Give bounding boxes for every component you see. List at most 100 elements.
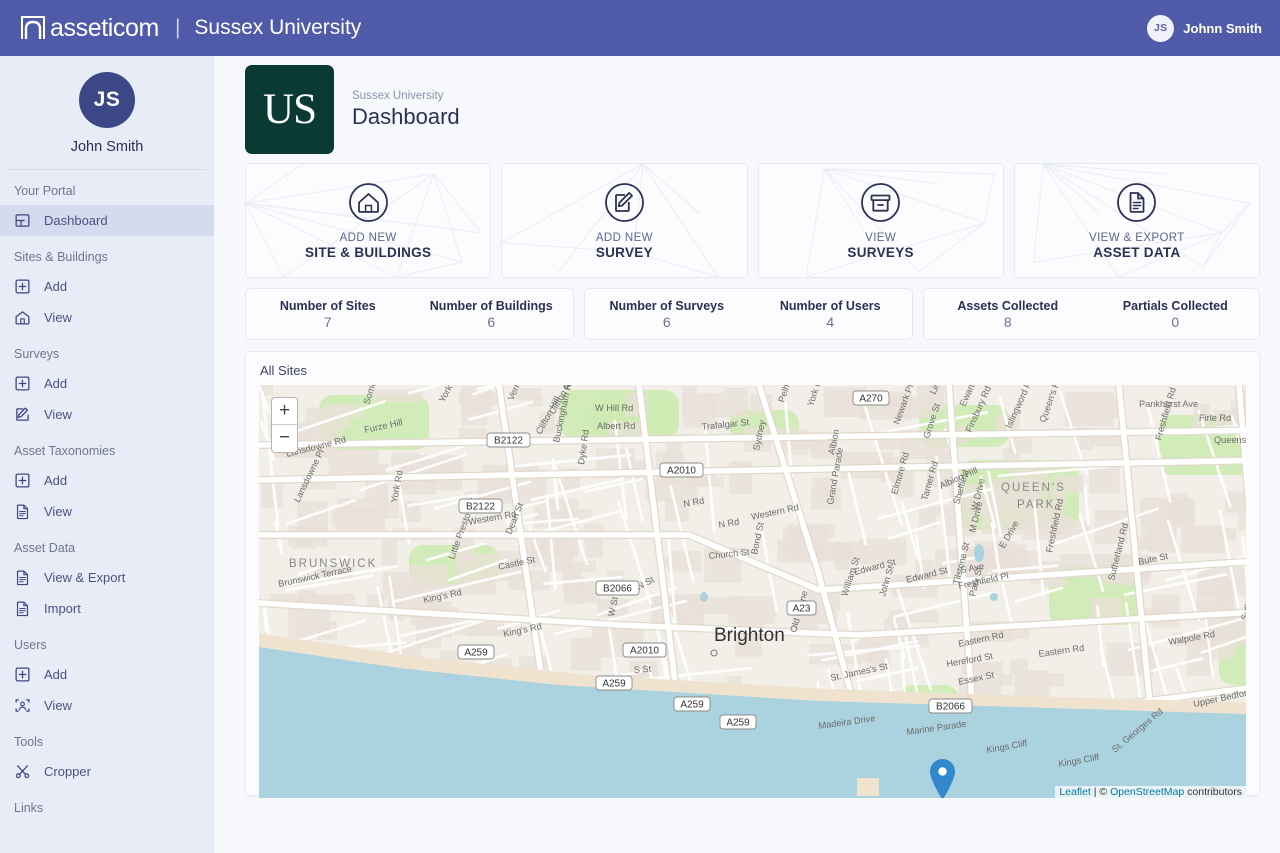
sidebar-item-tools-cropper[interactable]: Cropper — [0, 756, 214, 787]
sidebar-item-asset-taxonomies-add[interactable]: Add — [0, 465, 214, 496]
stat-number-of-users: Number of Users 4 — [749, 299, 913, 330]
sidebar-item-label: View — [44, 504, 72, 519]
map-street-label: Albert Rd — [597, 421, 635, 431]
brand-separator: | — [175, 16, 180, 40]
stat-value: 6 — [410, 314, 574, 330]
map-road-shield: A2010 — [623, 643, 666, 657]
stat-assets-collected: Assets Collected 8 — [924, 299, 1092, 330]
stat-label: Partials Collected — [1092, 299, 1260, 313]
stat-label: Number of Buildings — [410, 299, 574, 313]
stat-label: Number of Surveys — [585, 299, 749, 313]
svg-text:A259: A259 — [464, 648, 488, 659]
map-zoom-out-button[interactable]: − — [272, 425, 297, 452]
svg-text:A259: A259 — [602, 679, 626, 690]
sidebar-item-label: Add — [44, 279, 67, 294]
sidebar-item-asset-data-import[interactable]: Import — [0, 593, 214, 624]
user-menu[interactable]: JS Johnn Smith — [1147, 15, 1280, 42]
sidebar-item-label: Cropper — [44, 764, 91, 779]
sidebar-item-users-add[interactable]: Add — [0, 659, 214, 690]
brand-logo[interactable]: asseticom | Sussex University — [0, 13, 361, 43]
sidebar-item-label: Add — [44, 376, 67, 391]
map-panel: All Sites SomerYork AvVernonClifton RdW … — [245, 351, 1260, 796]
site-marker-1[interactable] — [930, 759, 955, 798]
map-road-shield: A259 — [596, 676, 632, 690]
action-card-line1: ADD NEW — [596, 232, 653, 244]
organisation-logo: US — [245, 65, 334, 154]
user-avatar-initials: JS — [1147, 15, 1174, 42]
attribution-separator: | © — [1091, 786, 1110, 798]
map-zoom-controls[interactable]: + − — [271, 397, 298, 453]
stat-label: Number of Users — [749, 299, 913, 313]
map-place-label: PARK — [1017, 499, 1055, 511]
stat-group: Number of Sites 7 Number of Buildings 6 — [245, 288, 574, 340]
action-card-surveys[interactable]: VIEW SURVEYS — [758, 163, 1004, 278]
sidebar-item-surveys-add[interactable]: Add — [0, 368, 214, 399]
action-card-line2: ASSET DATA — [1093, 245, 1180, 260]
sidebar-profile-name: John Smith — [8, 139, 206, 155]
sidebar-item-label: Dashboard — [44, 213, 108, 228]
page-title: Dashboard — [352, 104, 460, 130]
sidebar-item-asset-taxonomies-view[interactable]: View — [0, 496, 214, 527]
stat-value: 8 — [924, 314, 1092, 330]
sidebar-section-label: Asset Taxonomies — [0, 430, 214, 465]
sidebar-item-surveys-view[interactable]: View — [0, 399, 214, 430]
sidebar-item-your-portal-dashboard[interactable]: Dashboard — [0, 205, 214, 236]
stat-value: 6 — [585, 314, 749, 330]
stat-label: Assets Collected — [924, 299, 1092, 313]
action-card-line2: SITE & BUILDINGS — [305, 245, 431, 260]
map-road-shield: B2122 — [487, 433, 530, 447]
page-subtitle: Sussex University — [352, 90, 460, 102]
user-scan-icon — [14, 697, 31, 714]
map-panel-title: All Sites — [259, 360, 1246, 385]
quick-action-cards: ADD NEW SITE & BUILDINGS ADD NEW SURVEY … — [214, 154, 1280, 278]
map-road-shield: A259 — [458, 645, 494, 659]
action-card-asset-data[interactable]: VIEW & EXPORT ASSET DATA — [1014, 163, 1260, 278]
map-road-shield: A2010 — [660, 463, 703, 477]
document-icon — [14, 569, 31, 586]
sidebar-item-users-view[interactable]: View — [0, 690, 214, 721]
openstreetmap-link[interactable]: OpenStreetMap — [1110, 786, 1184, 798]
action-card-site-buildings[interactable]: ADD NEW SITE & BUILDINGS — [245, 163, 491, 278]
statistics-row: Number of Sites 7 Number of Buildings 6 … — [214, 278, 1280, 340]
sidebar-item-sites-buildings-view[interactable]: View — [0, 302, 214, 333]
home-icon — [14, 309, 31, 326]
sidebar-section-label: Asset Data — [0, 527, 214, 562]
dashboard-icon — [14, 212, 31, 229]
archive-circle-icon — [860, 182, 901, 223]
map-street-label: Firle Rd — [1199, 413, 1231, 423]
sidebar-item-label: View — [44, 698, 72, 713]
svg-text:B2122: B2122 — [466, 502, 495, 513]
plus-square-icon — [14, 375, 31, 392]
document-icon — [14, 503, 31, 520]
map-zoom-in-button[interactable]: + — [272, 398, 297, 425]
sidebar: JS John Smith Your Portal Dashboard Site… — [0, 56, 214, 853]
leaflet-link[interactable]: Leaflet — [1059, 786, 1091, 798]
sidebar-item-label: Add — [44, 667, 67, 682]
map-place-label: Brighton — [714, 625, 785, 646]
sidebar-item-label: Add — [44, 473, 67, 488]
map-road-shield: A270 — [853, 391, 889, 405]
sidebar-item-label: View — [44, 310, 72, 325]
svg-text:A270: A270 — [859, 394, 883, 405]
stat-number-of-buildings: Number of Buildings 6 — [410, 299, 574, 330]
sidebar-item-sites-buildings-add[interactable]: Add — [0, 271, 214, 302]
svg-text:B2122: B2122 — [494, 436, 523, 447]
sidebar-section-label: Surveys — [0, 333, 214, 368]
sites-map[interactable]: SomerYork AvVernonClifton RdW Hill RdAlb… — [259, 385, 1246, 798]
svg-text:A2010: A2010 — [630, 646, 659, 657]
action-card-survey[interactable]: ADD NEW SURVEY — [501, 163, 747, 278]
sidebar-section-label: Tools — [0, 721, 214, 756]
stat-group: Number of Surveys 6 Number of Users 4 — [584, 288, 913, 340]
map-street-label: S St — [633, 664, 651, 675]
organisation-name: Sussex University — [194, 16, 361, 40]
top-navigation-bar: asseticom | Sussex University JS Johnn S… — [0, 0, 1280, 56]
sidebar-section-label: Links — [0, 787, 214, 822]
document-circle-icon — [1116, 182, 1157, 223]
sidebar-section-label: Your Portal — [0, 170, 214, 205]
sidebar-avatar: JS — [79, 72, 135, 128]
plus-square-icon — [14, 666, 31, 683]
brand-name: asseticom — [50, 16, 159, 41]
edit-square-icon — [14, 406, 31, 423]
sidebar-item-asset-data-view-export[interactable]: View & Export — [0, 562, 214, 593]
user-name-label: Johnn Smith — [1183, 21, 1262, 36]
